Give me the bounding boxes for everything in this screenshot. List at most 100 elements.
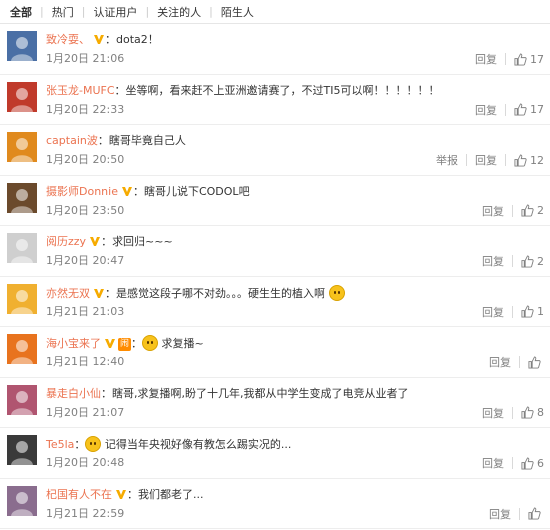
action-divider bbox=[519, 507, 520, 520]
comment-item: 杞国有人不在 ：我们都老了... 1月21日 22:59 回复 bbox=[0, 479, 550, 529]
verified-v-icon bbox=[89, 235, 101, 247]
comment-item: 张玉龙-MUFC：坐等啊，看来赶不上亚洲邀请赛了，不过TI5可以啊！！！！！！ 1… bbox=[0, 75, 550, 125]
reply-button[interactable]: 回复 bbox=[482, 203, 504, 219]
username-link[interactable]: 暴走白小仙 bbox=[46, 387, 101, 400]
thumbs-up-icon bbox=[521, 406, 534, 419]
action-divider bbox=[512, 255, 513, 267]
emoji-icon bbox=[85, 436, 102, 452]
username-link[interactable]: captain波 bbox=[46, 134, 98, 147]
comment-text: 记得当年央视好像有教怎么踢实况的... bbox=[104, 438, 292, 451]
verified-v-icon bbox=[115, 488, 127, 500]
tab-4[interactable]: 陌生人 bbox=[217, 4, 258, 20]
comment-actions: 回复 2 bbox=[482, 203, 544, 219]
comment-body: 致冷耍、 ：dota2！ bbox=[46, 32, 542, 48]
comment-timestamp: 1月20日 21:06 bbox=[46, 52, 125, 65]
comment-item: 暴走白小仙：瞎哥,求复播啊,盼了十几年,我都从中学生变成了电竞从业者了 1月20日… bbox=[0, 378, 550, 428]
action-divider bbox=[512, 406, 513, 419]
comment-timestamp: 1月20日 22:33 bbox=[46, 102, 125, 116]
comment-actions: 回复 8 bbox=[482, 405, 544, 421]
avatar[interactable] bbox=[7, 334, 37, 364]
comment-item: 摄影师Donnie ：瞎哥儿说下CODOL吧 1月20日 23:50 回复 2 bbox=[0, 176, 550, 226]
colon-separator: ： bbox=[127, 487, 138, 501]
reply-button[interactable]: 回复 bbox=[489, 354, 511, 370]
avatar[interactable] bbox=[7, 31, 37, 61]
comment-text: 求回归~~~ bbox=[112, 235, 173, 248]
thumbs-up-icon bbox=[521, 456, 534, 470]
like-button[interactable]: 12 bbox=[514, 154, 544, 167]
reply-button[interactable]: 回复 bbox=[475, 152, 497, 168]
avatar[interactable] bbox=[7, 132, 37, 162]
comment-actions: 回复 17 bbox=[475, 51, 544, 67]
like-count: 8 bbox=[537, 406, 544, 419]
avatar[interactable] bbox=[7, 283, 37, 314]
like-button[interactable]: 2 bbox=[521, 255, 544, 268]
comment-body: 海小宝来了 闹： 求复播~ bbox=[46, 335, 542, 352]
reply-button[interactable]: 回复 bbox=[482, 405, 504, 421]
reply-button[interactable]: 回复 bbox=[482, 253, 504, 269]
like-button[interactable]: 1 bbox=[521, 305, 544, 318]
comment-body: Te5la： 记得当年央视好像有教怎么踢实况的... bbox=[46, 436, 542, 453]
tab-1[interactable]: 热门 bbox=[48, 4, 78, 20]
thumbs-up-icon bbox=[514, 153, 527, 167]
username-link[interactable]: 杞国有人不在 bbox=[46, 488, 112, 501]
like-button[interactable]: 2 bbox=[521, 204, 544, 217]
colon-separator: ： bbox=[105, 33, 116, 46]
comment-body: captain波：瞎哥毕竟自己人 bbox=[46, 133, 542, 149]
action-divider bbox=[512, 305, 513, 318]
verified-v-icon bbox=[121, 185, 133, 197]
like-button[interactable]: 17 bbox=[514, 53, 544, 66]
avatar[interactable] bbox=[7, 435, 37, 465]
action-divider bbox=[519, 356, 520, 368]
avatar[interactable] bbox=[7, 81, 37, 112]
thumbs-up-icon bbox=[528, 355, 541, 369]
comment-text: 是感觉这段子哪不对劲。。。硬生生的植入啊 bbox=[116, 286, 325, 300]
avatar[interactable] bbox=[7, 182, 37, 213]
colon-separator: ： bbox=[105, 286, 116, 300]
emoji-icon bbox=[142, 335, 159, 351]
colon-separator: ： bbox=[114, 83, 126, 97]
like-button[interactable] bbox=[528, 507, 544, 520]
username-link[interactable]: 亦然无双 bbox=[46, 287, 90, 300]
emoji-icon bbox=[328, 284, 345, 301]
username-link[interactable]: 阅历zzy bbox=[46, 235, 86, 248]
like-button[interactable]: 17 bbox=[514, 103, 544, 116]
tab-separator: | bbox=[40, 5, 44, 18]
colon-separator: ： bbox=[74, 438, 86, 451]
avatar[interactable] bbox=[7, 233, 37, 263]
action-divider bbox=[505, 154, 506, 166]
username-link[interactable]: 张玉龙-MUFC bbox=[46, 84, 115, 97]
reply-button[interactable]: 回复 bbox=[475, 102, 497, 118]
thumbs-up-icon bbox=[521, 204, 534, 217]
tab-3[interactable]: 关注的人 bbox=[153, 4, 205, 20]
username-link[interactable]: 海小宝来了 bbox=[46, 337, 101, 350]
comment-timestamp: 1月20日 20:47 bbox=[46, 254, 125, 267]
username-link[interactable]: 摄影师Donnie bbox=[46, 185, 118, 198]
tab-2[interactable]: 认证用户 bbox=[89, 4, 141, 20]
comment-actions: 回复 bbox=[489, 354, 544, 370]
tab-separator: | bbox=[81, 5, 86, 18]
colon-separator: ： bbox=[132, 184, 144, 198]
username-link[interactable]: Te5la bbox=[46, 438, 74, 451]
like-button[interactable]: 6 bbox=[521, 457, 544, 470]
reply-button[interactable]: 回复 bbox=[475, 51, 497, 67]
comment-actions: 回复 2 bbox=[482, 253, 544, 269]
verified-v-icon bbox=[104, 337, 116, 349]
tab-0[interactable]: 全部 bbox=[6, 4, 36, 20]
avatar[interactable] bbox=[7, 485, 37, 516]
report-button[interactable]: 举报 bbox=[436, 152, 458, 168]
reply-button[interactable]: 回复 bbox=[489, 506, 511, 522]
comment-text: 瞎哥毕竟自己人 bbox=[108, 134, 186, 147]
like-button[interactable]: 8 bbox=[521, 406, 544, 419]
reply-button[interactable]: 回复 bbox=[482, 304, 504, 320]
action-divider bbox=[505, 53, 506, 65]
comment-actions: 回复 17 bbox=[475, 102, 544, 118]
reply-button[interactable]: 回复 bbox=[482, 455, 504, 471]
comment-actions: 举报 回复 12 bbox=[436, 152, 544, 168]
username-link[interactable]: 致冷耍、 bbox=[46, 33, 90, 46]
like-count: 17 bbox=[530, 52, 544, 66]
thumbs-up-icon bbox=[528, 507, 541, 520]
avatar[interactable] bbox=[7, 384, 37, 415]
filter-tabs: 全部 | 热门 | 认证用户 | 关注的人 | 陌生人 bbox=[0, 0, 550, 24]
comment-text: 瞎哥,求复播啊,盼了十几年,我都从中学生变成了电竞从业者了 bbox=[112, 386, 409, 400]
like-button[interactable] bbox=[528, 355, 544, 369]
